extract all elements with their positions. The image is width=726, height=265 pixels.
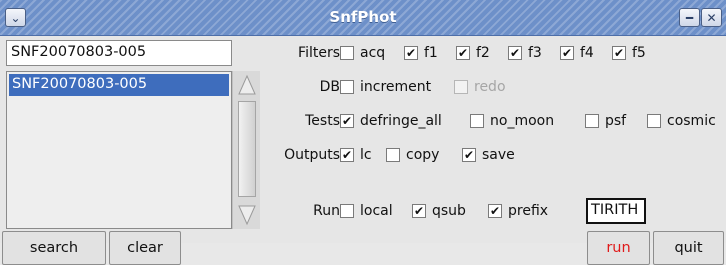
run-label: Run [313, 203, 340, 219]
checkmark-icon[interactable]: ✔ [404, 46, 418, 60]
filter-f5-checkbox[interactable]: ✔ f5 [612, 45, 646, 61]
list-item[interactable]: SNF20070803-005 [9, 74, 229, 96]
checkmark-icon[interactable]: ✔ [560, 46, 574, 60]
test-no-moon-checkbox[interactable]: no_moon [470, 113, 554, 129]
run-qsub-checkbox[interactable]: ✔ qsub [412, 203, 466, 219]
quit-button[interactable]: quit [653, 231, 724, 265]
checkbox-label: save [482, 147, 515, 163]
run-button[interactable]: run [587, 231, 650, 265]
filter-acq-checkbox[interactable]: acq [340, 45, 385, 61]
minimize-button[interactable]: ━ [679, 8, 700, 27]
checkbox-box[interactable] [470, 114, 484, 128]
checkbox-box[interactable] [340, 204, 354, 218]
checkmark-icon[interactable]: ✔ [462, 148, 476, 162]
checkbox-label: no_moon [490, 113, 555, 129]
checkbox-label: cosmic [667, 113, 716, 129]
checkbox-box[interactable] [585, 114, 599, 128]
checkmark-icon[interactable]: ✔ [488, 204, 502, 218]
checkbox-box[interactable] [386, 148, 400, 162]
checkbox-label: acq [360, 45, 386, 61]
run-local-checkbox[interactable]: local [340, 203, 393, 219]
db-label: DB [319, 79, 340, 95]
snfphot-window: ⌄ SnfPhot ━ ✕ SNF20070803-005 SNF2007080… [0, 0, 726, 265]
checkbox-box[interactable] [340, 46, 354, 60]
filter-f4-checkbox[interactable]: ✔ f4 [560, 45, 594, 61]
filter-f2-checkbox[interactable]: ✔ f2 [456, 45, 490, 61]
checkbox-label: f4 [580, 45, 594, 61]
checkbox-box[interactable] [647, 114, 661, 128]
tests-row: Tests ✔ defringe_all no_moon psf cosmic [262, 110, 724, 136]
checkbox-label: f1 [424, 45, 438, 61]
checkbox-label: copy [406, 147, 440, 163]
checkbox-box [454, 80, 468, 94]
checkbox-label: lc [360, 147, 372, 163]
test-defringe-all-checkbox[interactable]: ✔ defringe_all [340, 113, 442, 129]
filter-f3-checkbox[interactable]: ✔ f3 [508, 45, 542, 61]
db-redo-checkbox: redo [454, 79, 506, 95]
filter-f1-checkbox[interactable]: ✔ f1 [404, 45, 438, 61]
checkmark-icon[interactable]: ✔ [456, 46, 470, 60]
clear-button[interactable]: clear [109, 231, 181, 265]
checkbox-box[interactable] [340, 80, 354, 94]
run-row: Run local ✔ qsub ✔ prefix [262, 200, 724, 226]
filters-row: Filters acq ✔ f1 ✔ f2 ✔ f3 ✔ f4 ✔ f5 [262, 42, 724, 68]
checkmark-icon[interactable]: ✔ [612, 46, 626, 60]
scroll-up-icon[interactable] [237, 73, 257, 97]
checkmark-icon[interactable]: ✔ [340, 114, 354, 128]
close-button[interactable]: ✕ [701, 8, 722, 27]
minimize-icon: ━ [685, 10, 694, 25]
prefix-input[interactable]: TIRITH [586, 198, 646, 224]
output-lc-checkbox[interactable]: ✔ lc [340, 147, 372, 163]
close-icon: ✕ [706, 10, 717, 25]
scroll-down-icon[interactable] [237, 203, 257, 227]
checkbox-label: f5 [632, 45, 646, 61]
checkbox-label: local [360, 203, 393, 219]
title-bar[interactable]: ⌄ SnfPhot ━ ✕ [0, 0, 726, 36]
output-copy-checkbox[interactable]: copy [386, 147, 439, 163]
outputs-row: Outputs ✔ lc copy ✔ save [262, 144, 724, 170]
tests-label: Tests [305, 113, 340, 129]
checkmark-icon[interactable]: ✔ [340, 148, 354, 162]
scroll-thumb[interactable] [238, 101, 256, 197]
test-psf-checkbox[interactable]: psf [585, 113, 626, 129]
db-row: DB increment redo [262, 76, 724, 102]
outputs-label: Outputs [284, 147, 340, 163]
checkmark-icon[interactable]: ✔ [412, 204, 426, 218]
supernova-entry[interactable]: SNF20070803-005 [6, 40, 232, 66]
checkbox-label: f2 [476, 45, 490, 61]
checkbox-label: redo [474, 79, 506, 95]
checkbox-label: psf [605, 113, 627, 129]
checkbox-label: qsub [432, 203, 466, 219]
list-scrollbar[interactable] [232, 71, 260, 229]
db-increment-checkbox[interactable]: increment [340, 79, 431, 95]
checkbox-label: f3 [528, 45, 542, 61]
search-button[interactable]: search [2, 231, 106, 265]
checkbox-label: defringe_all [360, 113, 442, 129]
checkbox-label: prefix [508, 203, 549, 219]
supernova-list[interactable]: SNF20070803-005 [6, 71, 232, 229]
run-prefix-checkbox[interactable]: ✔ prefix [488, 203, 548, 219]
filters-label: Filters [298, 45, 340, 61]
checkbox-label: increment [360, 79, 432, 95]
output-save-checkbox[interactable]: ✔ save [462, 147, 515, 163]
test-cosmic-checkbox[interactable]: cosmic [647, 113, 716, 129]
window-title: SnfPhot [329, 8, 397, 26]
checkmark-icon[interactable]: ✔ [508, 46, 522, 60]
